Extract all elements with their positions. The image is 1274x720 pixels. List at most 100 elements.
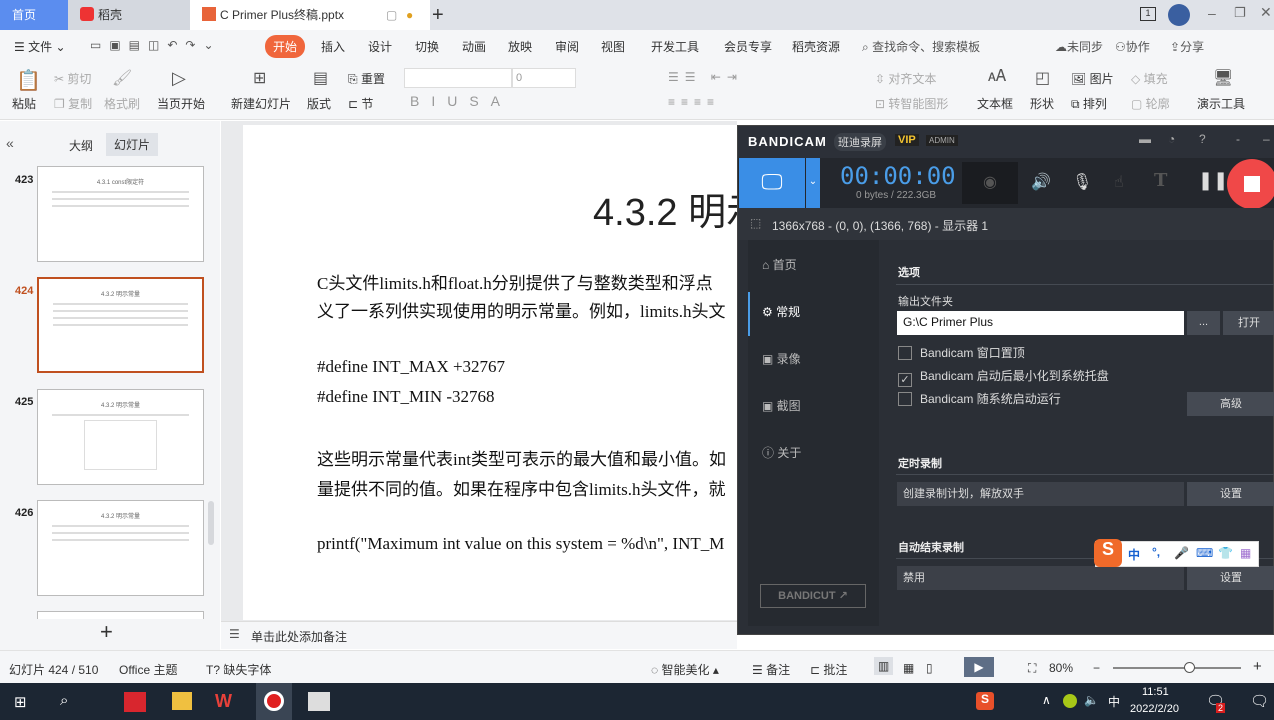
nav-about[interactable]: ⓘ 关于	[762, 444, 801, 461]
shape-button[interactable]: 形状	[1030, 95, 1054, 112]
nav-screenshot[interactable]: ▣ 截图	[762, 397, 801, 414]
font-style-buttons[interactable]: BIUSA	[410, 93, 512, 109]
picture-button[interactable]: 🖼 图片	[1071, 70, 1114, 87]
menu-home[interactable]: 开始	[265, 35, 306, 58]
ime-skin-icon[interactable]: 👕	[1218, 546, 1233, 560]
menu-insert[interactable]: 插入	[321, 38, 345, 55]
file-menu[interactable]: ☰ 文件 ⌄	[14, 38, 66, 55]
sync-button[interactable]: ☁未同步	[1055, 38, 1103, 55]
paragraph-align-buttons[interactable]: ≡≡≡≡	[668, 95, 720, 109]
ime-toolbar[interactable]: S 中 °, 🎤 ⌨ 👕 ▦	[1094, 539, 1259, 567]
wps-icon[interactable]: W	[215, 691, 232, 712]
tab-document[interactable]: C Primer Plus终稿.pptx ▢ ●	[190, 0, 430, 30]
ime-keyboard-icon[interactable]: ⌨	[1196, 546, 1213, 560]
reading-view-icon[interactable]: ▯	[926, 661, 933, 675]
clock-time[interactable]: 11:51	[1142, 686, 1169, 698]
checkbox[interactable]	[898, 392, 912, 406]
notes-toggle[interactable]: ☰ 备注	[752, 661, 790, 678]
capture-area-bar[interactable]: ⬚ 1366x768 - (0, 0), (1366, 768) - 显示器 1	[738, 208, 1274, 240]
slide-thumbnail[interactable]: 4.3.1 const限定符	[37, 166, 204, 262]
menu-developer[interactable]: 开发工具	[651, 38, 699, 55]
tab-home[interactable]: 首页	[0, 0, 68, 30]
slide-text[interactable]: 义了一系列供实现使用的明示常量。例如，limits.h头文	[317, 297, 725, 322]
windows-start-icon[interactable]: ⊞	[14, 693, 27, 711]
slide-text[interactable]: 这些明示常量代表int类型可表示的最大值和最小值。如	[317, 445, 726, 470]
pause-button[interactable]: ❚❚	[1198, 170, 1228, 191]
bandicut-button[interactable]: BANDICUT ↗	[760, 584, 866, 608]
checkbox[interactable]	[898, 346, 912, 360]
nav-general[interactable]: ⚙ 常规	[762, 303, 800, 320]
microphone-icon[interactable]: 🎙	[1072, 172, 1092, 192]
normal-view-icon[interactable]: ▥	[874, 657, 894, 675]
slide-text[interactable]: #define INT_MIN -32768	[317, 387, 495, 407]
app-icon-red[interactable]	[124, 692, 146, 712]
new-tab-button[interactable]: +	[432, 0, 444, 30]
stop-record-button[interactable]	[1227, 159, 1274, 209]
nav-video[interactable]: ▣ 录像	[762, 350, 801, 367]
slide[interactable]: 4.3.2 明示常量 C头文件limits.h和float.h分别提供了与整数类…	[243, 125, 840, 620]
minimize-icon[interactable]: -	[1236, 132, 1240, 146]
layout-button[interactable]: 版式	[307, 95, 331, 112]
output-folder-input[interactable]: G:\C Primer Plus	[897, 311, 1184, 335]
slide-text[interactable]: 量提供不同的值。如果在程序中包含limits.h头文件，就	[317, 475, 725, 500]
textbox-button[interactable]: 文本框	[977, 95, 1013, 112]
zoom-slider[interactable]	[1113, 667, 1241, 669]
sorter-view-icon[interactable]: ▦	[903, 661, 914, 675]
presenter-tools-button[interactable]: 演示工具	[1197, 95, 1245, 112]
zoom-in-button[interactable]: +	[1253, 658, 1262, 675]
slide-thumbnail[interactable]: 4.3.2 明示常量	[37, 389, 204, 485]
align-text-button[interactable]: ⇳ 对齐文本	[875, 70, 936, 87]
new-slide-button[interactable]: 新建幻灯片	[231, 95, 291, 112]
play-from-current-button[interactable]: 当页开始	[157, 95, 205, 112]
arrange-button[interactable]: ⧉ 排列	[1071, 95, 1107, 112]
text-overlay-icon[interactable]: T	[1154, 170, 1167, 191]
tab-slides[interactable]: 幻灯片	[106, 133, 159, 156]
slide-text[interactable]: printf("Maximum int value on this system…	[317, 534, 724, 554]
zoom-slider-handle[interactable]	[1183, 662, 1195, 673]
command-search[interactable]: ⌕ 查找命令、搜索模板	[862, 38, 980, 55]
menu-review[interactable]: 审阅	[555, 38, 579, 55]
menu-transition[interactable]: 切换	[415, 38, 439, 55]
slide-thumbnail-selected[interactable]: 4.3.2 明示常量	[37, 277, 204, 373]
beautify-button[interactable]: ◌ 智能美化 ▴	[651, 661, 719, 678]
copy-button[interactable]: ❐ 复制	[54, 95, 92, 112]
zoom-out-button[interactable]: −	[1093, 661, 1100, 675]
notes-placeholder[interactable]: 单击此处添加备注	[251, 628, 347, 645]
format-painter-button[interactable]: 格式刷	[104, 95, 140, 112]
collapse-panel-icon[interactable]: «	[6, 135, 14, 151]
quick-access-icons[interactable]: ▭▣▤◫↶↷⌄	[90, 38, 222, 52]
ime-voice-icon[interactable]: 🎤	[1174, 546, 1189, 560]
minimize-tray-icon[interactable]: –	[1263, 132, 1270, 146]
missing-font-button[interactable]: T? 缺失字体	[206, 661, 271, 678]
browse-button[interactable]: ...	[1187, 311, 1220, 335]
font-name-select[interactable]	[404, 68, 512, 88]
menu-docer-resources[interactable]: 稻壳资源	[792, 38, 840, 55]
zoom-select[interactable]: 80%	[1049, 661, 1073, 675]
theme-name[interactable]: Office 主题	[119, 661, 177, 678]
menu-slideshow[interactable]: 放映	[508, 38, 532, 55]
tab-outline[interactable]: 大纲	[69, 137, 93, 154]
section-button[interactable]: ⊏ 节	[348, 95, 373, 112]
slide-text[interactable]: C头文件limits.h和float.h分别提供了与整数类型和浮点	[317, 269, 713, 294]
close-icon[interactable]: ✕	[1260, 4, 1272, 21]
nav-home[interactable]: ⌂ 首页	[762, 256, 797, 273]
restore-icon[interactable]: ❐	[1234, 5, 1246, 21]
folder-icon[interactable]: ▬	[1139, 132, 1151, 146]
list-buttons[interactable]: ☰☰ ⇤⇥	[668, 70, 743, 84]
notes-bar[interactable]: ☰ 单击此处添加备注	[221, 621, 737, 649]
outline-button[interactable]: ▢ 轮廓	[1131, 95, 1170, 112]
history-icon[interactable]: ◔	[1168, 132, 1175, 146]
slide-thumbnail[interactable]	[37, 611, 204, 619]
ime-lang[interactable]: 中	[1128, 546, 1140, 563]
clock-date[interactable]: 2022/2/20	[1130, 703, 1179, 715]
mode-dropdown-icon[interactable]: ⌄	[806, 158, 820, 208]
menu-animation[interactable]: 动画	[462, 38, 486, 55]
tray-expand-icon[interactable]: ∧	[1042, 693, 1051, 707]
ime-apps-icon[interactable]: ▦	[1240, 546, 1251, 560]
reset-button[interactable]: ⎘ 重置	[348, 70, 385, 87]
sogou-logo-icon[interactable]: S	[1094, 539, 1122, 567]
checkbox-checked[interactable]: ✓	[898, 373, 912, 387]
minimize-icon[interactable]: –	[1208, 5, 1216, 21]
slideshow-play-button[interactable]: ▶	[964, 657, 994, 677]
cursor-effect-icon[interactable]: ☝	[1114, 172, 1124, 192]
